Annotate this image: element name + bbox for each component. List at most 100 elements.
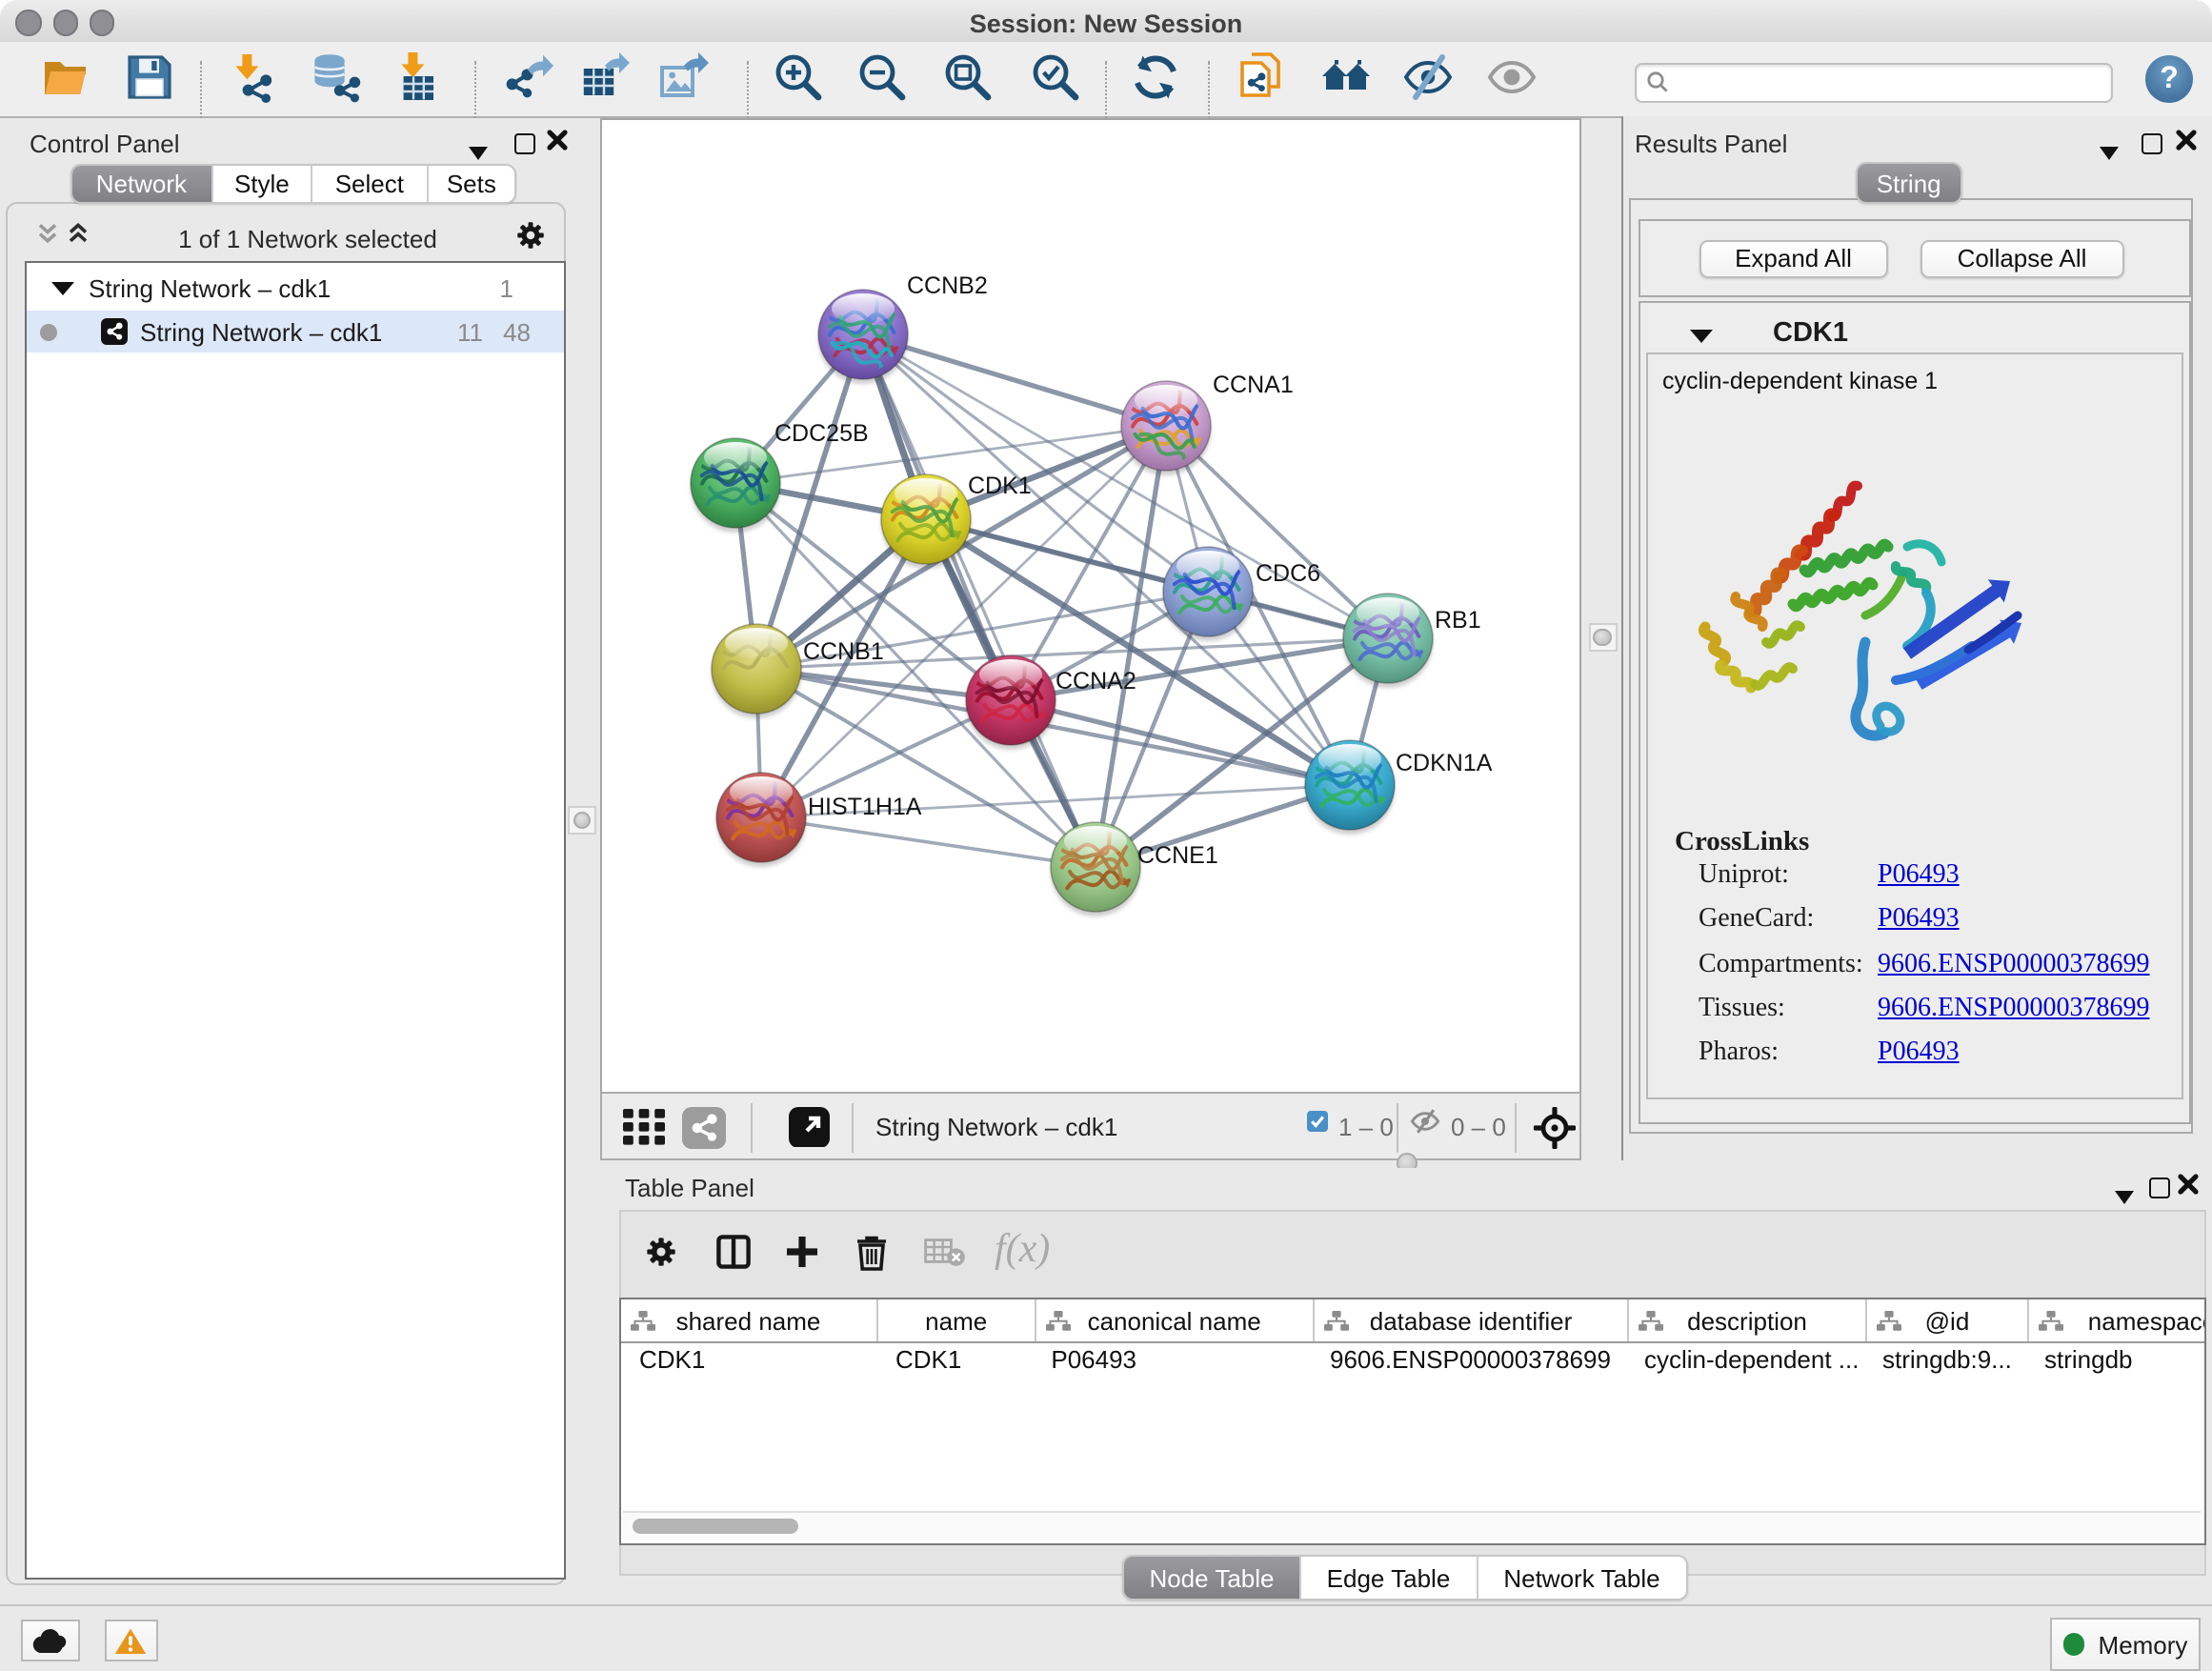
zoom-fit-content-icon[interactable] — [940, 50, 992, 102]
tab-edge-table[interactable]: Edge Table — [1301, 1557, 1478, 1599]
network-options-gear-icon[interactable] — [515, 221, 544, 250]
network-row-selected[interactable]: String Network – cdk1 11 48 — [26, 310, 563, 352]
table-cell[interactable]: stringdb — [2044, 1345, 2205, 1374]
import-network-from-file-icon[interactable] — [227, 50, 278, 102]
table-cell[interactable]: stringdb:9... — [1882, 1345, 2025, 1374]
table-panel-close-icon[interactable] — [2178, 1174, 2199, 1195]
zoom-out-icon[interactable] — [855, 50, 907, 102]
table-cell[interactable]: CDK1 — [895, 1345, 1034, 1374]
export-image-icon[interactable] — [656, 50, 708, 102]
show-all-icon[interactable] — [1485, 50, 1537, 102]
protein-structure-image — [1681, 467, 2034, 764]
network-canvas[interactable]: CCNB2CCNA1CDC25BCDK1CDC6RB1CCNB1CCNA2CDK… — [599, 117, 1581, 1092]
crosslink-value-link[interactable]: P06493 — [1878, 861, 1960, 892]
section-collapse-icon[interactable] — [1690, 329, 1713, 342]
right-splitter[interactable] — [1581, 116, 1621, 1160]
table-settings-gear-icon[interactable] — [646, 1237, 676, 1267]
tree-expander-icon[interactable] — [50, 281, 73, 294]
tab-network-table[interactable]: Network Table — [1478, 1557, 1686, 1599]
delete-column-icon[interactable] — [855, 1233, 888, 1271]
column-header-name[interactable]: name — [878, 1299, 1036, 1341]
right-splitter-handle[interactable] — [1588, 623, 1617, 652]
save-session-icon[interactable] — [124, 50, 175, 102]
search-input[interactable] — [1635, 62, 2113, 102]
control-panel-float-icon[interactable] — [514, 131, 535, 160]
node-label-CDKN1A: CDKN1A — [1395, 749, 1492, 775]
zoom-selected-icon[interactable] — [1029, 50, 1080, 102]
crosslink-value-link[interactable]: 9606.ENSP00000378699 — [1878, 950, 2149, 980]
tab-sets[interactable]: Sets — [428, 166, 514, 203]
node-RB1[interactable]: RB1 — [1342, 593, 1480, 687]
table-cell[interactable]: P06493 — [1051, 1345, 1311, 1374]
open-session-icon[interactable] — [40, 50, 91, 102]
import-table-from-file-icon[interactable] — [391, 50, 442, 102]
title-bar: Session: New Session — [0, 0, 2212, 43]
table-panel-menu-icon[interactable] — [2115, 1181, 2134, 1210]
edge-CCNA1-HIST1H1A[interactable] — [760, 425, 1165, 816]
node-CCNB1[interactable]: CCNB1 — [711, 623, 883, 717]
edge-CCNA2-CDKN1A[interactable] — [1010, 699, 1349, 784]
results-panel-float-icon[interactable] — [2142, 131, 2162, 160]
add-column-icon[interactable] — [783, 1233, 821, 1271]
fit-selected-crosshair-icon[interactable] — [1533, 1106, 1575, 1148]
column-header-description[interactable]: description — [1629, 1299, 1867, 1341]
node-CDC6[interactable]: CDC6 — [1162, 546, 1319, 640]
open-in-new-window-icon[interactable] — [789, 1106, 830, 1147]
column-header-namespace[interactable]: namespace — [2029, 1299, 2205, 1341]
delete-table-icon[interactable] — [924, 1238, 966, 1267]
table-cell[interactable]: CDK1 — [639, 1345, 878, 1374]
node-HIST1H1A[interactable]: HIST1H1A — [715, 772, 921, 866]
edge-CCNA1-CCNB2[interactable] — [862, 333, 1165, 425]
network-label: String Network – cdk1 — [140, 317, 382, 346]
tab-node-table[interactable]: Node Table — [1124, 1557, 1301, 1599]
scrollbar-thumb[interactable] — [632, 1519, 797, 1534]
control-panel-menu-icon[interactable] — [469, 137, 488, 166]
hide-selected-icon[interactable] — [1401, 50, 1453, 102]
warning-button[interactable] — [104, 1620, 158, 1661]
column-header-database-identifier[interactable]: database identifier — [1315, 1299, 1629, 1341]
selected-checkbox-icon — [1307, 1110, 1328, 1131]
left-splitter[interactable] — [562, 116, 599, 1604]
tab-string[interactable]: String — [1857, 165, 1961, 202]
collapse-all-button[interactable]: Collapse All — [1920, 239, 2123, 277]
birds-eye-view-icon[interactable] — [622, 1109, 666, 1145]
results-panel-menu-icon[interactable] — [2100, 137, 2119, 166]
node-CDKN1A[interactable]: CDKN1A — [1304, 739, 1492, 834]
function-builder-icon[interactable]: f(x) — [995, 1225, 1050, 1273]
network-collection-row[interactable]: String Network – cdk1 1 — [26, 268, 563, 310]
crosslink-value-link[interactable]: P06493 — [1878, 1038, 1960, 1069]
crosslink-row: Compartments:9606.ENSP00000378699 — [1647, 950, 2181, 994]
first-neighbors-icon[interactable] — [1319, 50, 1371, 102]
memory-button[interactable]: Memory — [2050, 1618, 2201, 1671]
node-CCNA2[interactable]: CCNA2 — [965, 654, 1136, 749]
table-cell[interactable]: cyclin-dependent ... — [1644, 1345, 1863, 1374]
table-panel-float-icon[interactable] — [2149, 1176, 2170, 1204]
crosslink-value-link[interactable]: 9606.ENSP00000378699 — [1878, 995, 2149, 1025]
window-title: Session: New Session — [0, 9, 2212, 37]
help-button[interactable]: ? — [2145, 55, 2193, 103]
column-header--id[interactable]: @id — [1867, 1299, 2029, 1341]
cloud-button[interactable] — [21, 1620, 80, 1661]
table-cell[interactable]: 9606.ENSP00000378699 — [1330, 1345, 1625, 1374]
column-header-shared-name[interactable]: shared name — [620, 1299, 878, 1341]
cloud-icon — [32, 1628, 69, 1653]
crosslink-value-link[interactable]: P06493 — [1878, 906, 1960, 936]
left-splitter-handle[interactable] — [568, 806, 596, 835]
clone-network-icon[interactable] — [1236, 50, 1287, 102]
export-table-icon[interactable] — [579, 50, 631, 102]
expand-all-button[interactable]: Expand All — [1699, 239, 1887, 277]
export-network-icon[interactable] — [503, 50, 554, 102]
apply-layout-icon[interactable] — [1130, 50, 1181, 102]
tab-select[interactable]: Select — [312, 166, 428, 203]
show-columns-icon[interactable] — [716, 1235, 751, 1269]
network-share-icon[interactable] — [681, 1106, 725, 1148]
zoom-in-icon[interactable] — [771, 50, 822, 102]
tab-style[interactable]: Style — [212, 166, 312, 203]
import-network-from-database-icon[interactable] — [311, 50, 362, 102]
node-label-HIST1H1A: HIST1H1A — [807, 793, 921, 819]
tab-network[interactable]: Network — [71, 166, 212, 203]
column-header-canonical-name[interactable]: canonical name — [1036, 1299, 1315, 1341]
edge-CCNE1-HIST1H1A[interactable] — [760, 816, 1095, 866]
table-horizontal-scrollbar[interactable] — [622, 1511, 2200, 1540]
results-panel-close-icon[interactable] — [2176, 130, 2197, 151]
